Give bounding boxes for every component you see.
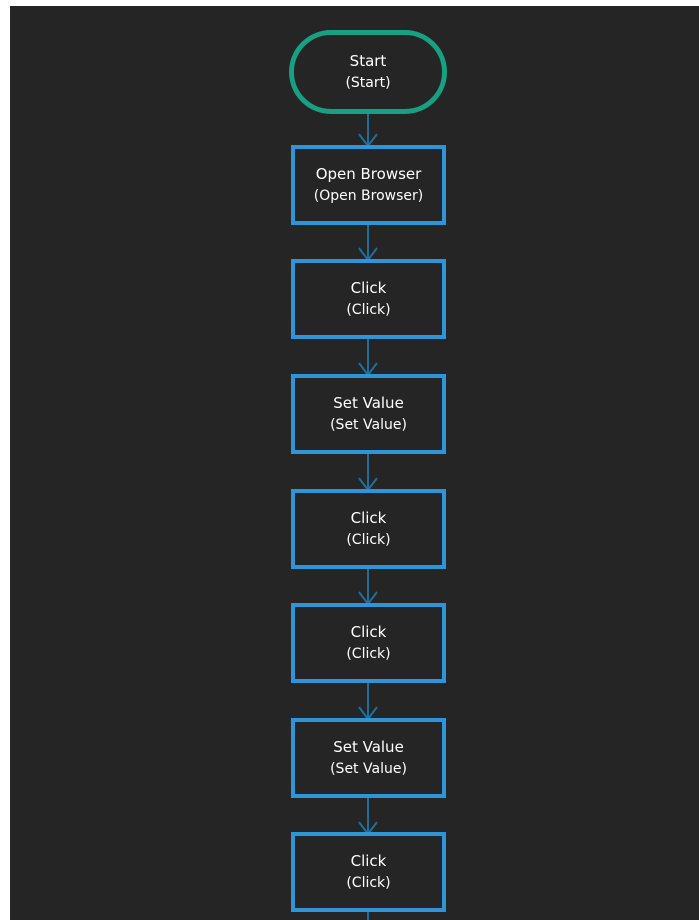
- step-sublabel: (Click): [346, 875, 391, 891]
- step-node-click[interactable]: Click (Click): [291, 259, 446, 339]
- connector-step-5-to-step-6: [358, 683, 378, 721]
- step-sublabel: (Open Browser): [313, 188, 424, 204]
- start-node[interactable]: Start (Start): [289, 30, 447, 114]
- step-sublabel: (Set Value): [330, 417, 407, 433]
- step-label: Click: [350, 852, 387, 870]
- start-label: Start: [349, 52, 387, 70]
- step-label: Click: [350, 279, 387, 297]
- start-sublabel: (Start): [345, 75, 391, 91]
- step-node-click[interactable]: Click (Click): [291, 832, 446, 912]
- step-node-set-value[interactable]: Set Value (Set Value): [291, 374, 446, 454]
- step-label: Open Browser: [315, 165, 422, 183]
- step-label: Set Value: [333, 394, 404, 412]
- step-label: Set Value: [333, 738, 404, 756]
- step-node-click[interactable]: Click (Click): [291, 603, 446, 683]
- connector-step-2-to-step-3: [358, 339, 378, 377]
- step-sublabel: (Click): [346, 646, 391, 662]
- step-sublabel: (Set Value): [330, 761, 407, 777]
- step-node-set-value[interactable]: Set Value (Set Value): [291, 718, 446, 798]
- step-sublabel: (Click): [346, 532, 391, 548]
- connector-step-3-to-step-4: [358, 454, 378, 492]
- connector-step-6-to-step-7: [358, 798, 378, 836]
- connector-start-to-step-1: [358, 114, 378, 148]
- connector-step-1-to-step-2: [358, 224, 378, 262]
- flowchart-canvas: Start (Start) Open Browser (Open Browser…: [10, 6, 699, 920]
- step-node-click[interactable]: Click (Click): [291, 489, 446, 569]
- connector-step-4-to-step-5: [358, 569, 378, 606]
- step-sublabel: (Click): [346, 302, 391, 318]
- step-node-open-browser[interactable]: Open Browser (Open Browser): [291, 145, 446, 225]
- step-label: Click: [350, 509, 387, 527]
- step-label: Click: [350, 623, 387, 641]
